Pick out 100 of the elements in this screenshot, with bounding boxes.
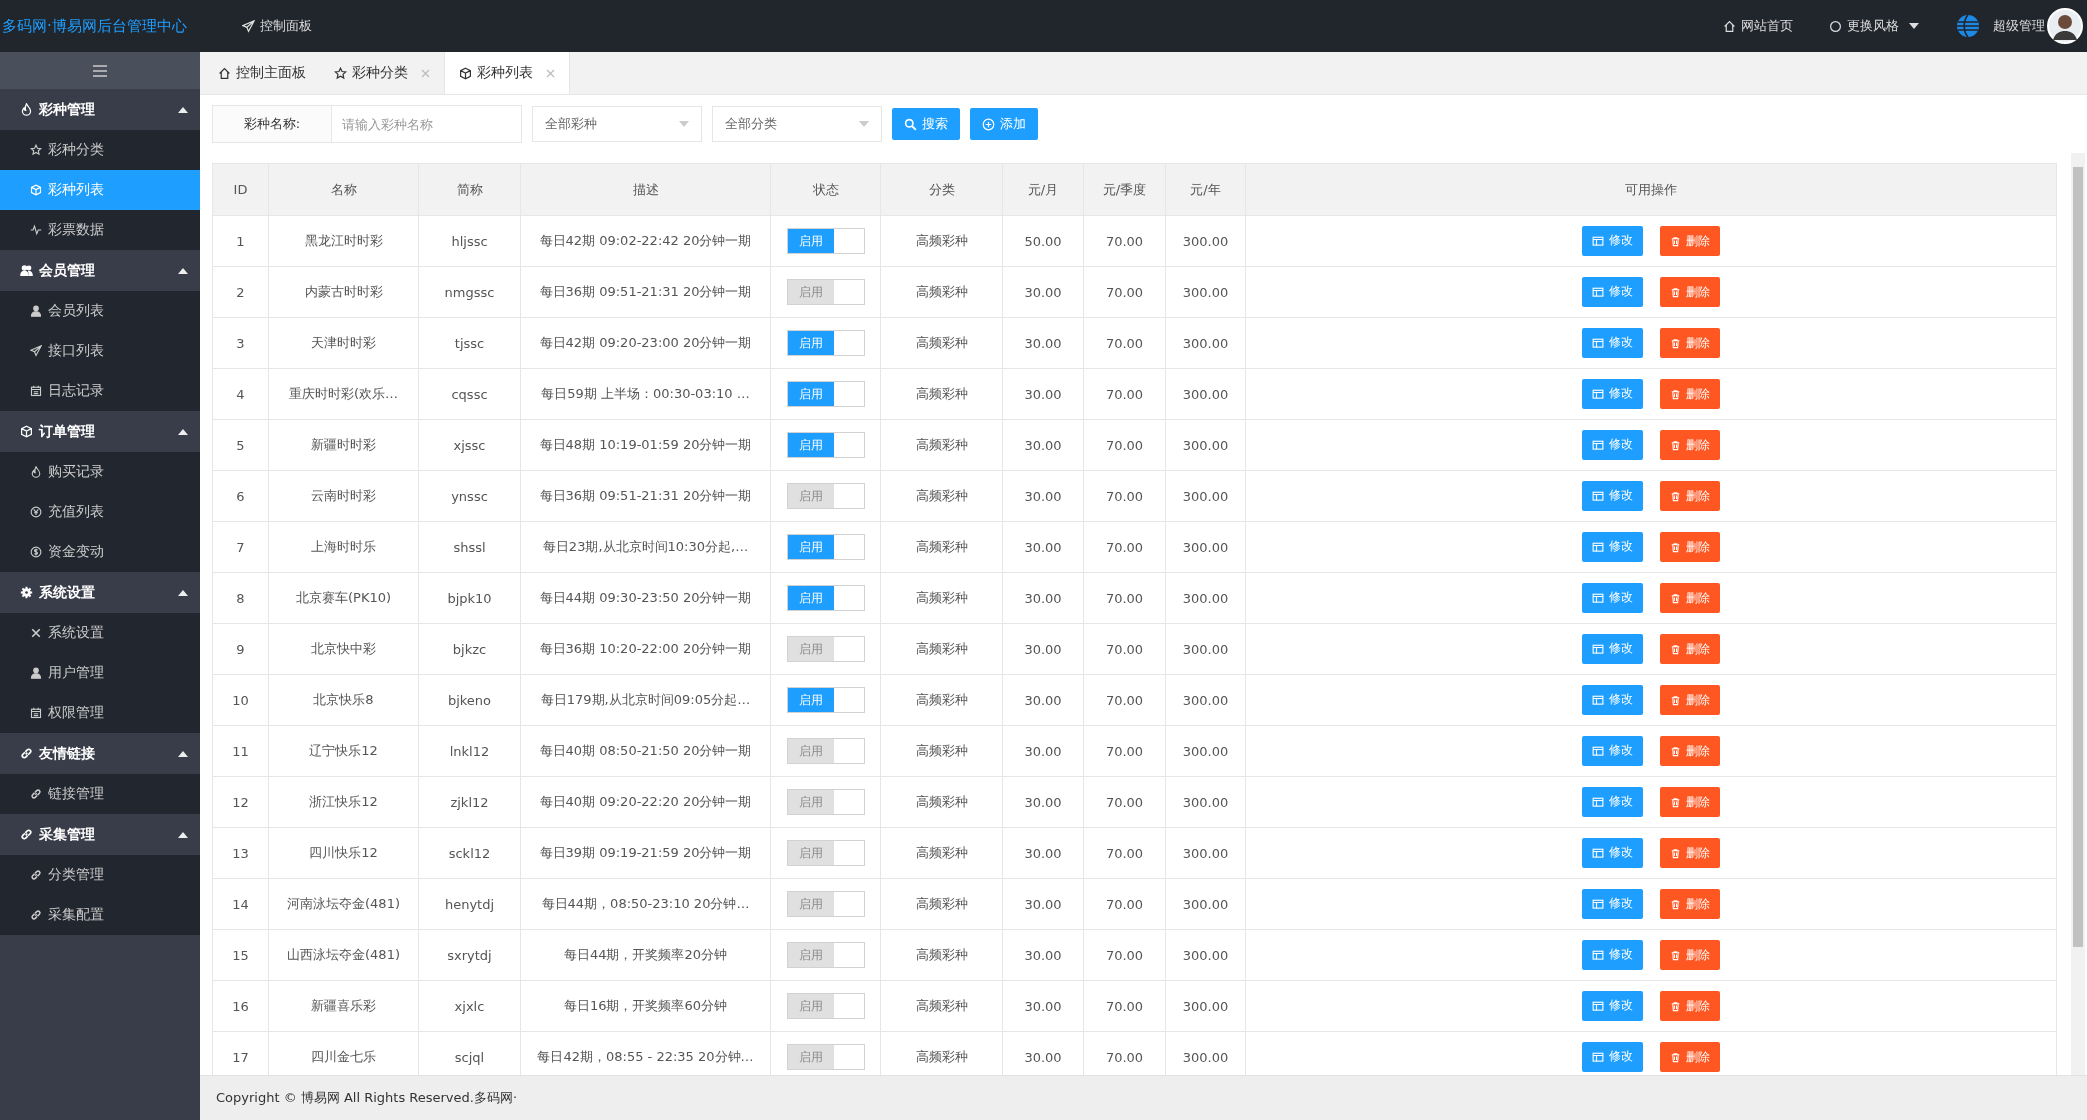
status-toggle[interactable]: 启用 — [786, 891, 865, 917]
description-cell: 每日44期，开奖频率20分钟 — [520, 929, 771, 981]
status-toggle[interactable]: 启用 — [786, 585, 865, 611]
price-cell: 70.00 — [1083, 419, 1166, 471]
edit-button[interactable]: 修改 — [1582, 1041, 1644, 1072]
edit-button[interactable]: 修改 — [1582, 888, 1644, 919]
status-toggle[interactable]: 启用 — [786, 993, 865, 1019]
sidebar-item[interactable]: 权限管理 — [0, 693, 200, 733]
edit-button[interactable]: 修改 — [1582, 633, 1644, 664]
delete-button[interactable]: 删除 — [1659, 481, 1720, 512]
status-toggle[interactable]: 启用 — [786, 942, 865, 968]
edit-button[interactable]: 修改 — [1582, 990, 1644, 1021]
edit-button[interactable]: 修改 — [1582, 786, 1644, 817]
sidebar-item[interactable]: 购买记录 — [0, 452, 200, 492]
sidebar-item[interactable]: 资金变动 — [0, 532, 200, 572]
edit-button[interactable]: 修改 — [1582, 939, 1644, 970]
status-toggle[interactable]: 启用 — [786, 687, 865, 713]
avatar[interactable] — [2047, 8, 2083, 44]
delete-button[interactable]: 删除 — [1659, 583, 1720, 614]
status-toggle[interactable]: 启用 — [786, 534, 865, 560]
delete-button[interactable]: 删除 — [1659, 889, 1720, 920]
sidebar-item[interactable]: 接口列表 — [0, 331, 200, 371]
window-icon — [1592, 336, 1605, 349]
name-cell: 山西泳坛夺金(481) — [268, 929, 419, 981]
plane-icon — [30, 345, 42, 357]
delete-button[interactable]: 删除 — [1659, 430, 1720, 461]
delete-button[interactable]: 删除 — [1659, 226, 1720, 257]
close-icon[interactable] — [421, 68, 430, 78]
trash-icon — [1669, 847, 1681, 859]
status-toggle[interactable]: 启用 — [786, 330, 865, 356]
price-cell: 30.00 — [1002, 572, 1084, 624]
sidebar-item[interactable]: 分类管理 — [0, 855, 200, 895]
description-cell: 每日42期 09:02-22:42 20分钟一期 — [520, 215, 771, 267]
sidebar-item[interactable]: 用户管理 — [0, 653, 200, 693]
delete-button[interactable]: 删除 — [1659, 1042, 1720, 1073]
sidebar-item[interactable]: 会员列表 — [0, 291, 200, 331]
name-search-field[interactable]: 请输入彩种名称 — [332, 105, 522, 143]
tab[interactable]: 控制主面板 — [204, 52, 320, 94]
delete-button[interactable]: 删除 — [1659, 634, 1720, 665]
status-toggle[interactable]: 启用 — [786, 840, 865, 866]
edit-button[interactable]: 修改 — [1582, 735, 1644, 766]
tab[interactable]: 彩种列表 — [444, 52, 570, 94]
sidebar-item[interactable]: 采集配置 — [0, 895, 200, 935]
home-icon — [1723, 19, 1736, 33]
user-name[interactable]: 超级管理 — [1993, 17, 2045, 35]
add-button[interactable]: 添加 — [970, 108, 1038, 140]
edit-button[interactable]: 修改 — [1582, 531, 1644, 562]
delete-button[interactable]: 删除 — [1659, 328, 1720, 359]
delete-button[interactable]: 删除 — [1659, 940, 1720, 971]
delete-button[interactable]: 删除 — [1659, 277, 1720, 308]
close-icon[interactable] — [546, 68, 555, 78]
status-toggle[interactable]: 启用 — [786, 432, 865, 458]
status-toggle[interactable]: 启用 — [786, 381, 865, 407]
sidebar-item[interactable]: 彩种分类 — [0, 130, 200, 170]
category-select[interactable]: 全部分类 — [712, 106, 882, 142]
edit-button[interactable]: 修改 — [1582, 378, 1644, 409]
price-cell: 300.00 — [1165, 572, 1246, 624]
delete-button[interactable]: 删除 — [1659, 379, 1720, 410]
status-toggle[interactable]: 启用 — [786, 636, 865, 662]
edit-button[interactable]: 修改 — [1582, 327, 1644, 358]
tab[interactable]: 彩种分类 — [320, 52, 444, 94]
edit-button[interactable]: 修改 — [1582, 429, 1644, 460]
home-link[interactable]: 网站首页 — [1723, 17, 1793, 35]
id-cell: 3 — [212, 317, 269, 369]
status-toggle[interactable]: 启用 — [786, 1044, 865, 1070]
delete-button[interactable]: 删除 — [1659, 991, 1720, 1022]
price-cell: 30.00 — [1002, 827, 1084, 879]
edit-button[interactable]: 修改 — [1582, 837, 1644, 868]
control-panel-link[interactable]: 控制面板 — [242, 17, 312, 35]
sidebar-item[interactable]: 系统设置 — [0, 613, 200, 653]
sidebar-item[interactable]: 充值列表 — [0, 492, 200, 532]
delete-button[interactable]: 删除 — [1659, 736, 1720, 767]
delete-button[interactable]: 删除 — [1659, 838, 1720, 869]
status-toggle[interactable]: 启用 — [786, 738, 865, 764]
price-cell: 300.00 — [1165, 776, 1246, 828]
edit-button[interactable]: 修改 — [1582, 225, 1644, 256]
theme-menu[interactable]: 更换风格 — [1829, 17, 1919, 35]
price-cell: 70.00 — [1083, 266, 1166, 318]
cube-icon — [459, 66, 472, 80]
scrollbar[interactable] — [2071, 153, 2085, 1075]
status-toggle[interactable]: 启用 — [786, 279, 865, 305]
edit-button[interactable]: 修改 — [1582, 276, 1644, 307]
delete-button[interactable]: 删除 — [1659, 532, 1720, 563]
sidebar-item[interactable]: 日志记录 — [0, 371, 200, 411]
delete-button[interactable]: 删除 — [1659, 685, 1720, 716]
delete-button[interactable]: 删除 — [1659, 787, 1720, 818]
lottery-type-select[interactable]: 全部彩种 — [532, 106, 702, 142]
status-toggle[interactable]: 启用 — [786, 483, 865, 509]
search-button[interactable]: 搜索 — [892, 108, 960, 140]
sidebar-item[interactable]: 彩票数据 — [0, 210, 200, 250]
fire-icon — [20, 103, 33, 116]
edit-button[interactable]: 修改 — [1582, 684, 1644, 715]
status-toggle[interactable]: 启用 — [786, 228, 865, 254]
menu-toggle[interactable] — [0, 52, 200, 89]
edit-button[interactable]: 修改 — [1582, 480, 1644, 511]
name-cell: 内蒙古时时彩 — [268, 266, 419, 318]
sidebar-item[interactable]: 链接管理 — [0, 774, 200, 814]
edit-button[interactable]: 修改 — [1582, 582, 1644, 613]
sidebar-item[interactable]: 彩种列表 — [0, 170, 200, 210]
status-toggle[interactable]: 启用 — [786, 789, 865, 815]
